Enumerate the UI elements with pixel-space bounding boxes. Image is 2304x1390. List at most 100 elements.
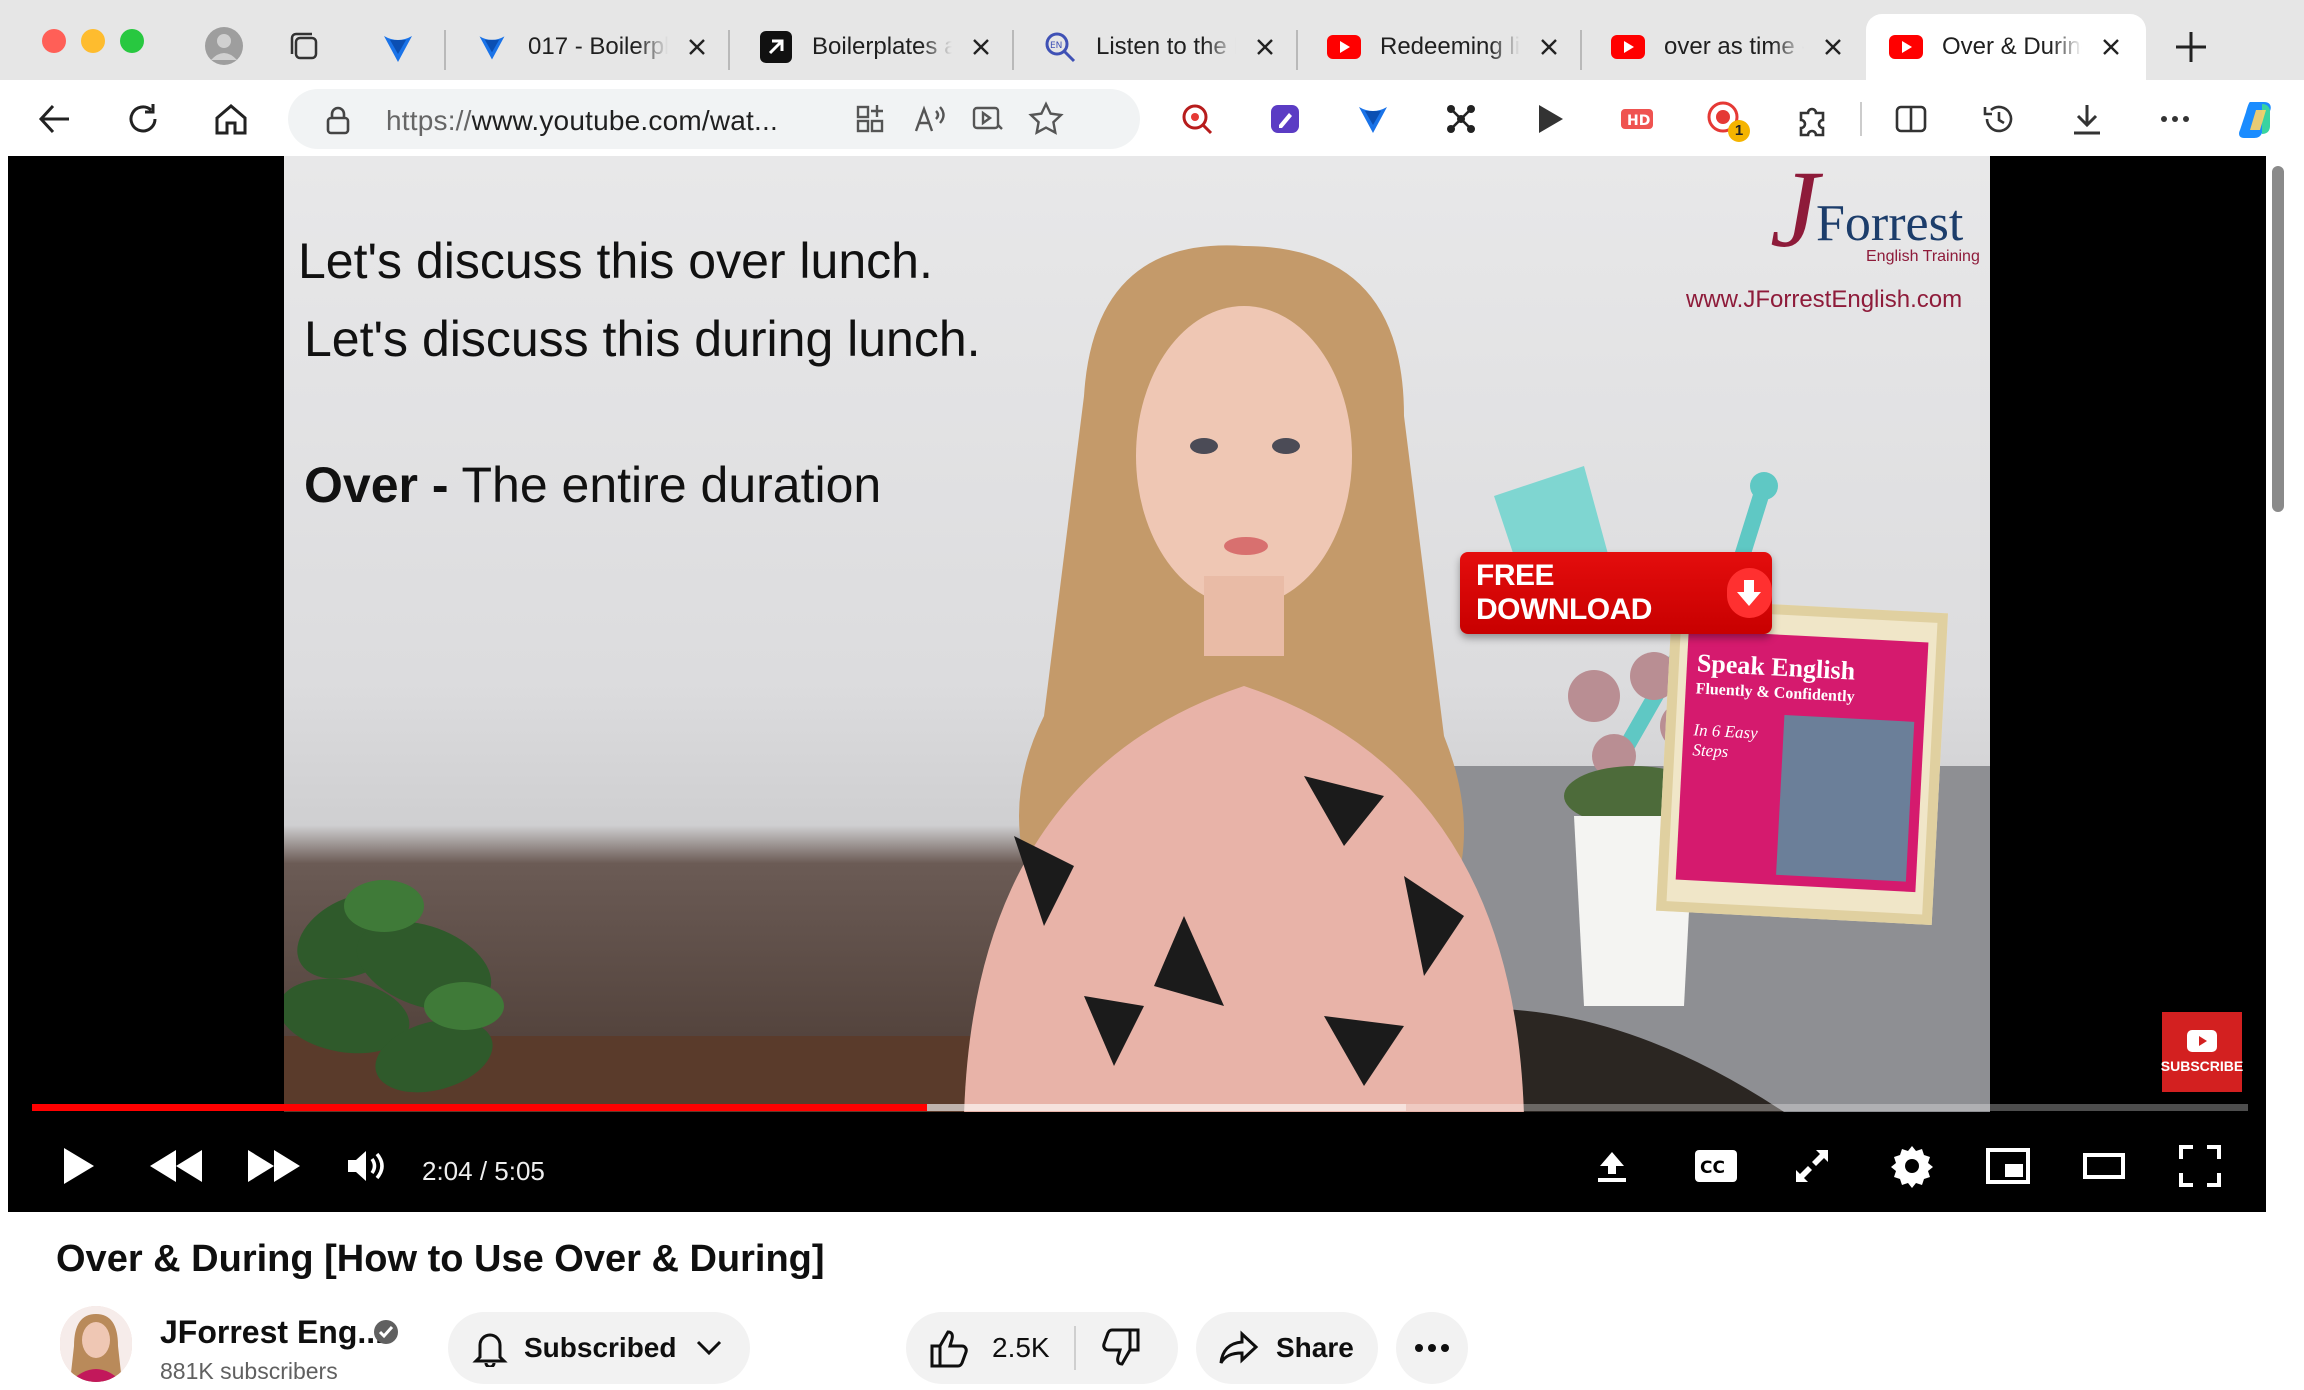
thumbs-up-icon (930, 1330, 968, 1368)
website-url-text: www.JForrestEnglish.com (1686, 286, 1963, 313)
subscribe-watermark[interactable]: SUBSCRIBE (2161, 1012, 2243, 1092)
tab-redeeming-live[interactable]: Redeeming live (1304, 14, 1588, 80)
browser-tab-strip: 017 - Boilerplate Boilerplates and EN Li… (0, 0, 2304, 80)
tab-over-during-active[interactable]: Over & During (1866, 14, 2146, 80)
overlay-definition-text: The entire duration (448, 457, 882, 513)
settings-gear-icon[interactable] (1880, 1134, 1944, 1198)
verified-check-icon (372, 1318, 400, 1346)
fullscreen-icon[interactable] (2168, 1134, 2232, 1198)
captions-button[interactable]: CC (1684, 1134, 1748, 1198)
history-icon[interactable] (1974, 94, 2024, 144)
like-dislike-group: 2.5K (906, 1312, 1178, 1384)
channel-avatar[interactable] (60, 1306, 132, 1382)
time-display: 2:04 / 5:05 (422, 1156, 545, 1186)
split-screen-icon[interactable] (1886, 94, 1936, 144)
address-bar[interactable]: https://www.youtube.com/wat... (288, 89, 1140, 149)
video-player[interactable]: Speak English Fluently & Confidently In … (8, 156, 2266, 1212)
subscribed-button[interactable]: Subscribed (448, 1312, 750, 1384)
free-download-label: FREE DOWNLOAD (1476, 559, 1652, 626)
extensions-puzzle-icon[interactable] (1788, 94, 1838, 144)
tab-title: 017 - Boilerplate (528, 33, 668, 60)
youtube-icon (2187, 1030, 2217, 1052)
extension-hd-icon[interactable]: HD (1612, 94, 1662, 144)
more-options-icon[interactable] (2150, 94, 2200, 144)
tab-close-icon[interactable] (2098, 34, 2124, 60)
app-available-icon[interactable] (854, 101, 890, 137)
book-cover: Speak English Fluently & Confidently In … (1656, 598, 1948, 926)
free-download-button[interactable]: FREE DOWNLOAD (1460, 552, 1772, 634)
video-frame[interactable]: Speak English Fluently & Confidently In … (284, 156, 1990, 1112)
tab-title: Redeeming live (1380, 33, 1520, 60)
tab-over-as-time[interactable]: over as time - (1588, 14, 1870, 80)
back-button[interactable] (30, 94, 80, 144)
copilot-icon[interactable] (2234, 94, 2284, 144)
play-button[interactable] (46, 1134, 110, 1198)
lock-icon[interactable] (324, 105, 352, 135)
overlay-line-2: Let's discuss this during lunch. (304, 311, 981, 367)
more-actions-button[interactable] (1396, 1312, 1468, 1384)
plant-image (284, 880, 504, 1093)
youtube-icon (1888, 29, 1924, 65)
channel-name[interactable]: JForrest Eng... (160, 1314, 384, 1351)
logo-letter: J (1770, 156, 1819, 270)
tab-close-icon[interactable] (1820, 34, 1846, 60)
extension-vpn-icon[interactable] (1348, 94, 1398, 144)
pinned-tab-vpn-icon[interactable] (380, 30, 416, 66)
tab-close-icon[interactable] (1252, 34, 1278, 60)
logo-name: Forrest (1816, 195, 1964, 252)
player-controls: CC (8, 1104, 2266, 1212)
tab-title: over as time - (1664, 33, 1804, 60)
window-zoom-button[interactable] (120, 29, 144, 53)
book-tagline: In 6 Easy Steps (1691, 720, 1759, 762)
arrow-link-icon (758, 29, 794, 65)
theater-mode-icon[interactable] (2072, 1134, 2136, 1198)
home-button[interactable] (206, 94, 256, 144)
svg-text:HD: HD (1627, 113, 1650, 129)
tab-close-icon[interactable] (684, 34, 710, 60)
miniplayer-icon[interactable] (1976, 1134, 2040, 1198)
favorite-star-icon[interactable] (1028, 101, 1064, 137)
window-close-button[interactable] (42, 29, 66, 53)
book-cover-panel: Speak English Fluently & Confidently In … (1675, 629, 1929, 893)
extension-play-icon[interactable] (1524, 94, 1574, 144)
logo-subtitle: English Training (1866, 248, 1980, 265)
read-aloud-icon[interactable] (912, 101, 948, 137)
url-scheme: https:// (386, 105, 472, 136)
extension-network-icon[interactable] (1436, 94, 1486, 144)
download-arrow-icon (1726, 568, 1772, 618)
svg-text:CC: CC (1700, 1158, 1725, 1178)
url-text[interactable]: https://www.youtube.com/wat... (386, 105, 778, 137)
workspaces-icon[interactable] (286, 28, 322, 64)
vpn-shield-icon (474, 29, 510, 65)
tab-close-icon[interactable] (968, 34, 994, 60)
more-horizontal-icon (1415, 1344, 1449, 1352)
tab-listen-dictionary[interactable]: EN Listen to the Dictionary (1020, 14, 1304, 80)
refresh-button[interactable] (118, 94, 168, 144)
youtube-icon (1610, 29, 1646, 65)
tab-close-icon[interactable] (1536, 34, 1562, 60)
fast-forward-button[interactable] (242, 1134, 306, 1198)
volume-icon[interactable] (334, 1134, 398, 1198)
video-enhance-icon[interactable] (970, 101, 1006, 137)
browser-toolbar: https://www.youtube.com/wat... HD 1 (0, 80, 2304, 158)
extension-notes-icon[interactable] (1260, 94, 1310, 144)
tab-title: Over & During (1942, 33, 2082, 60)
upload-share-icon[interactable] (1580, 1134, 1644, 1198)
downloads-icon[interactable] (2062, 94, 2112, 144)
new-tab-button[interactable] (2172, 28, 2210, 66)
like-button[interactable]: 2.5K (906, 1312, 1050, 1384)
extension-record-icon[interactable]: 1 (1700, 94, 1750, 144)
tab-boilerplates[interactable]: Boilerplates and (736, 14, 1016, 80)
expand-arrows-icon[interactable] (1780, 1134, 1844, 1198)
rewind-button[interactable] (144, 1134, 208, 1198)
like-count: 2.5K (992, 1332, 1050, 1363)
window-minimize-button[interactable] (81, 29, 105, 53)
page-scrollbar[interactable] (2272, 166, 2284, 512)
tab-boilerplate[interactable]: 017 - Boilerplate (452, 14, 732, 80)
dislike-button[interactable] (1076, 1312, 1142, 1384)
share-button[interactable]: Share (1196, 1312, 1378, 1384)
extension-search-icon[interactable] (1172, 94, 1222, 144)
share-label: Share (1276, 1332, 1354, 1363)
overlay-definition: Over - The entire duration (304, 456, 881, 514)
profile-avatar-icon[interactable] (204, 26, 244, 66)
